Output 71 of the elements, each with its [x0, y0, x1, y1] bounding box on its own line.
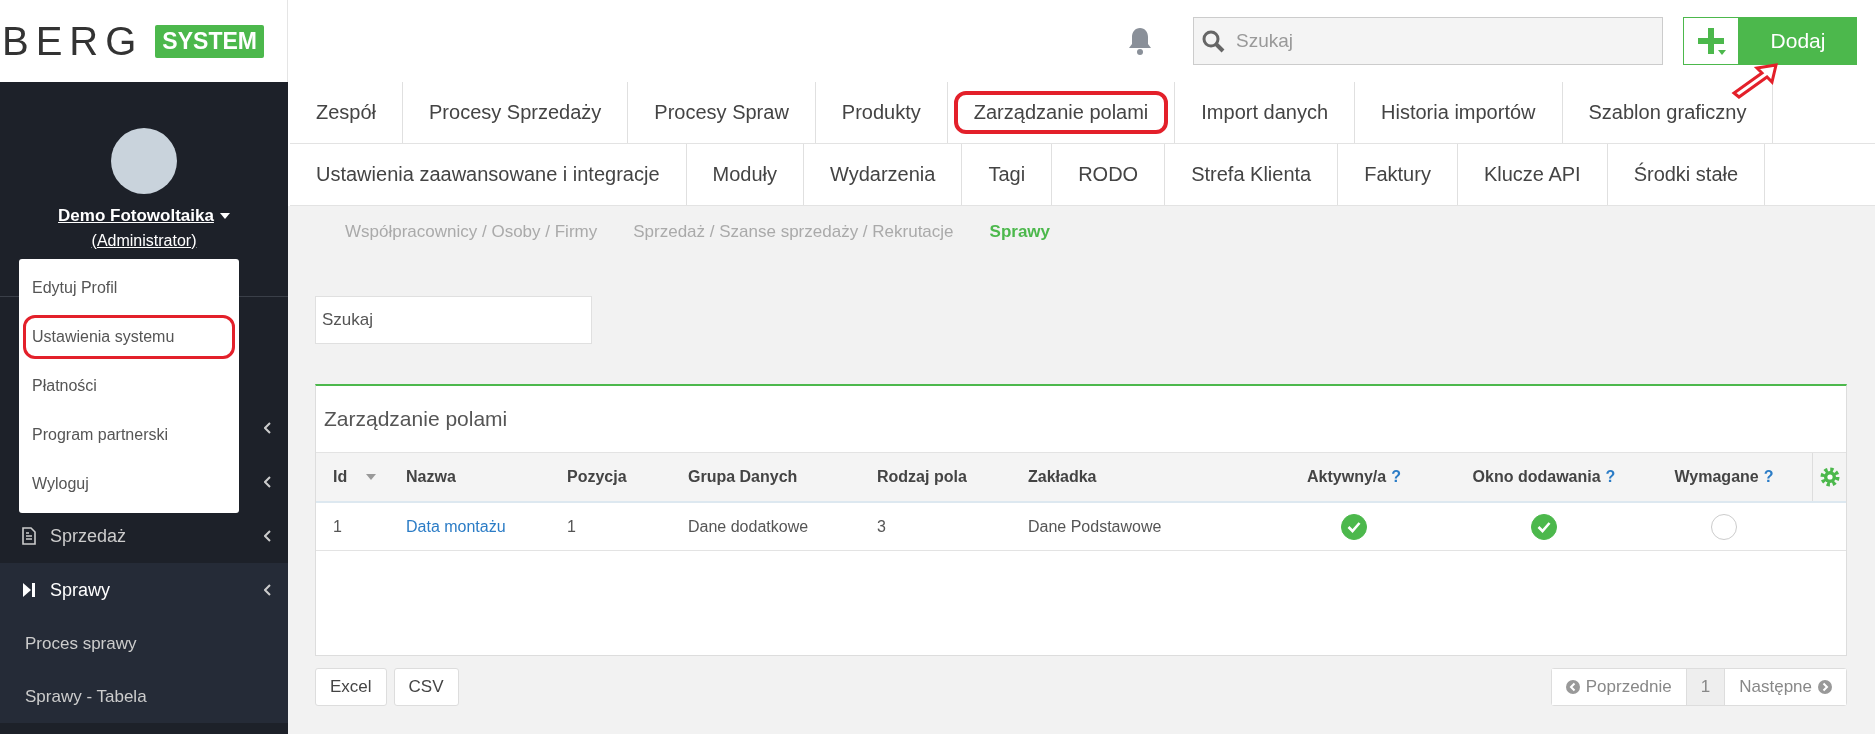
settings-tab[interactable]: Strefa Klienta — [1165, 144, 1339, 205]
table-cell-text: 3 — [876, 516, 887, 537]
sidebar-subitem[interactable]: Proces sprawy — [0, 617, 288, 670]
plus-icon — [1696, 26, 1726, 56]
chevron-icon — [264, 530, 272, 542]
table-cell-text: Dane dodatkowe — [687, 516, 810, 537]
menu-item[interactable]: Płatności — [23, 364, 235, 408]
settings-tab[interactable]: RODO — [1052, 144, 1166, 205]
check-circle-icon[interactable] — [1531, 513, 1557, 540]
chevron-icon — [264, 584, 272, 596]
chevron-left-icon — [1565, 680, 1580, 694]
add-menu-button[interactable] — [1683, 17, 1739, 65]
column-header[interactable]: Okno dodawania — [1472, 468, 1601, 486]
column-header[interactable]: Id — [333, 468, 348, 486]
export-button[interactable]: CSV — [393, 668, 459, 706]
check-icon — [1537, 520, 1551, 533]
sidebar-subitem[interactable]: Sprawy - Tabela — [0, 670, 288, 723]
column-header[interactable]: Nazwa — [406, 468, 456, 486]
column-header[interactable]: Zakładka — [1028, 468, 1097, 486]
table-cell-text: 1 — [566, 516, 577, 537]
settings-tab[interactable]: Klucze API — [1457, 144, 1608, 205]
empty-circle-icon[interactable] — [1711, 513, 1737, 540]
bell-icon[interactable] — [1127, 26, 1153, 56]
settings-tab[interactable]: Ustawienia zaawansowane i integracje — [290, 144, 687, 205]
check-circle-icon[interactable] — [1341, 513, 1367, 540]
settings-tab[interactable]: Zespół — [290, 82, 404, 143]
column-header[interactable]: Aktywny/a — [1307, 468, 1387, 486]
help-link[interactable]: ? — [1605, 468, 1616, 486]
settings-tab[interactable]: Moduły — [686, 144, 804, 205]
settings-tab[interactable]: Faktury — [1338, 144, 1458, 205]
sidebar-item[interactable]: Sprawy — [0, 563, 288, 617]
help-link[interactable]: ? — [1391, 468, 1401, 486]
table-cell-text: 1 — [332, 516, 343, 537]
profile-role-link[interactable]: (Administrator) — [91, 232, 197, 250]
profile-name-link[interactable]: Demo Fotowoltaika — [58, 206, 230, 226]
search-field[interactable]: Szukaj — [1193, 17, 1663, 65]
settings-tab[interactable]: Produkty — [815, 82, 948, 143]
column-header[interactable]: Wymagane — [1674, 468, 1759, 486]
menu-item[interactable]: Wyloguj — [23, 462, 235, 506]
chevron-right-icon — [1818, 680, 1832, 694]
export-button[interactable]: Excel — [315, 668, 387, 706]
column-header[interactable]: Pozycja — [567, 468, 627, 486]
settings-tab[interactable]: Środki stałe — [1607, 144, 1766, 205]
settings-icon[interactable] — [1818, 466, 1841, 488]
column-header[interactable]: Grupa Danych — [688, 468, 798, 486]
settings-tab[interactable]: Procesy Sprzedaży — [403, 82, 629, 143]
sidebar-item[interactable]: Sprzedaż — [0, 509, 288, 563]
settings-tab[interactable]: Import danych — [1175, 82, 1356, 143]
caret-icon — [219, 213, 230, 219]
document-icon — [22, 527, 36, 545]
logo-badge: SYSTEM — [155, 24, 264, 58]
settings-tab[interactable]: Szablon graficzny — [1562, 82, 1774, 143]
chevron-icon — [264, 422, 272, 434]
chevron-icon — [264, 476, 272, 488]
search-icon — [1201, 29, 1225, 53]
menu-item[interactable]: Ustawienia systemu — [23, 315, 235, 359]
field-name-link[interactable]: Data montażu — [406, 517, 506, 536]
settings-tab[interactable]: Tagi — [962, 144, 1053, 205]
settings-tab[interactable]: Procesy Spraw — [628, 82, 816, 143]
help-link[interactable]: ? — [1763, 468, 1774, 486]
table-cell-text: Dane Podstawowe — [1027, 516, 1163, 537]
column-header[interactable]: Rodzaj pola — [877, 468, 967, 486]
menu-item[interactable]: Edytuj Profil — [23, 266, 235, 310]
logo-wordmark: BERG — [2, 18, 144, 64]
skip-forward-icon — [22, 582, 36, 598]
sort-caret-icon[interactable] — [366, 474, 377, 480]
menu-item[interactable]: Program partnerski — [23, 413, 235, 457]
check-icon — [1347, 520, 1361, 533]
search-field[interactable]: Szukaj — [315, 296, 592, 344]
settings-tab[interactable]: Wydarzenia — [804, 144, 963, 205]
settings-tab[interactable]: Historia importów — [1355, 82, 1563, 143]
